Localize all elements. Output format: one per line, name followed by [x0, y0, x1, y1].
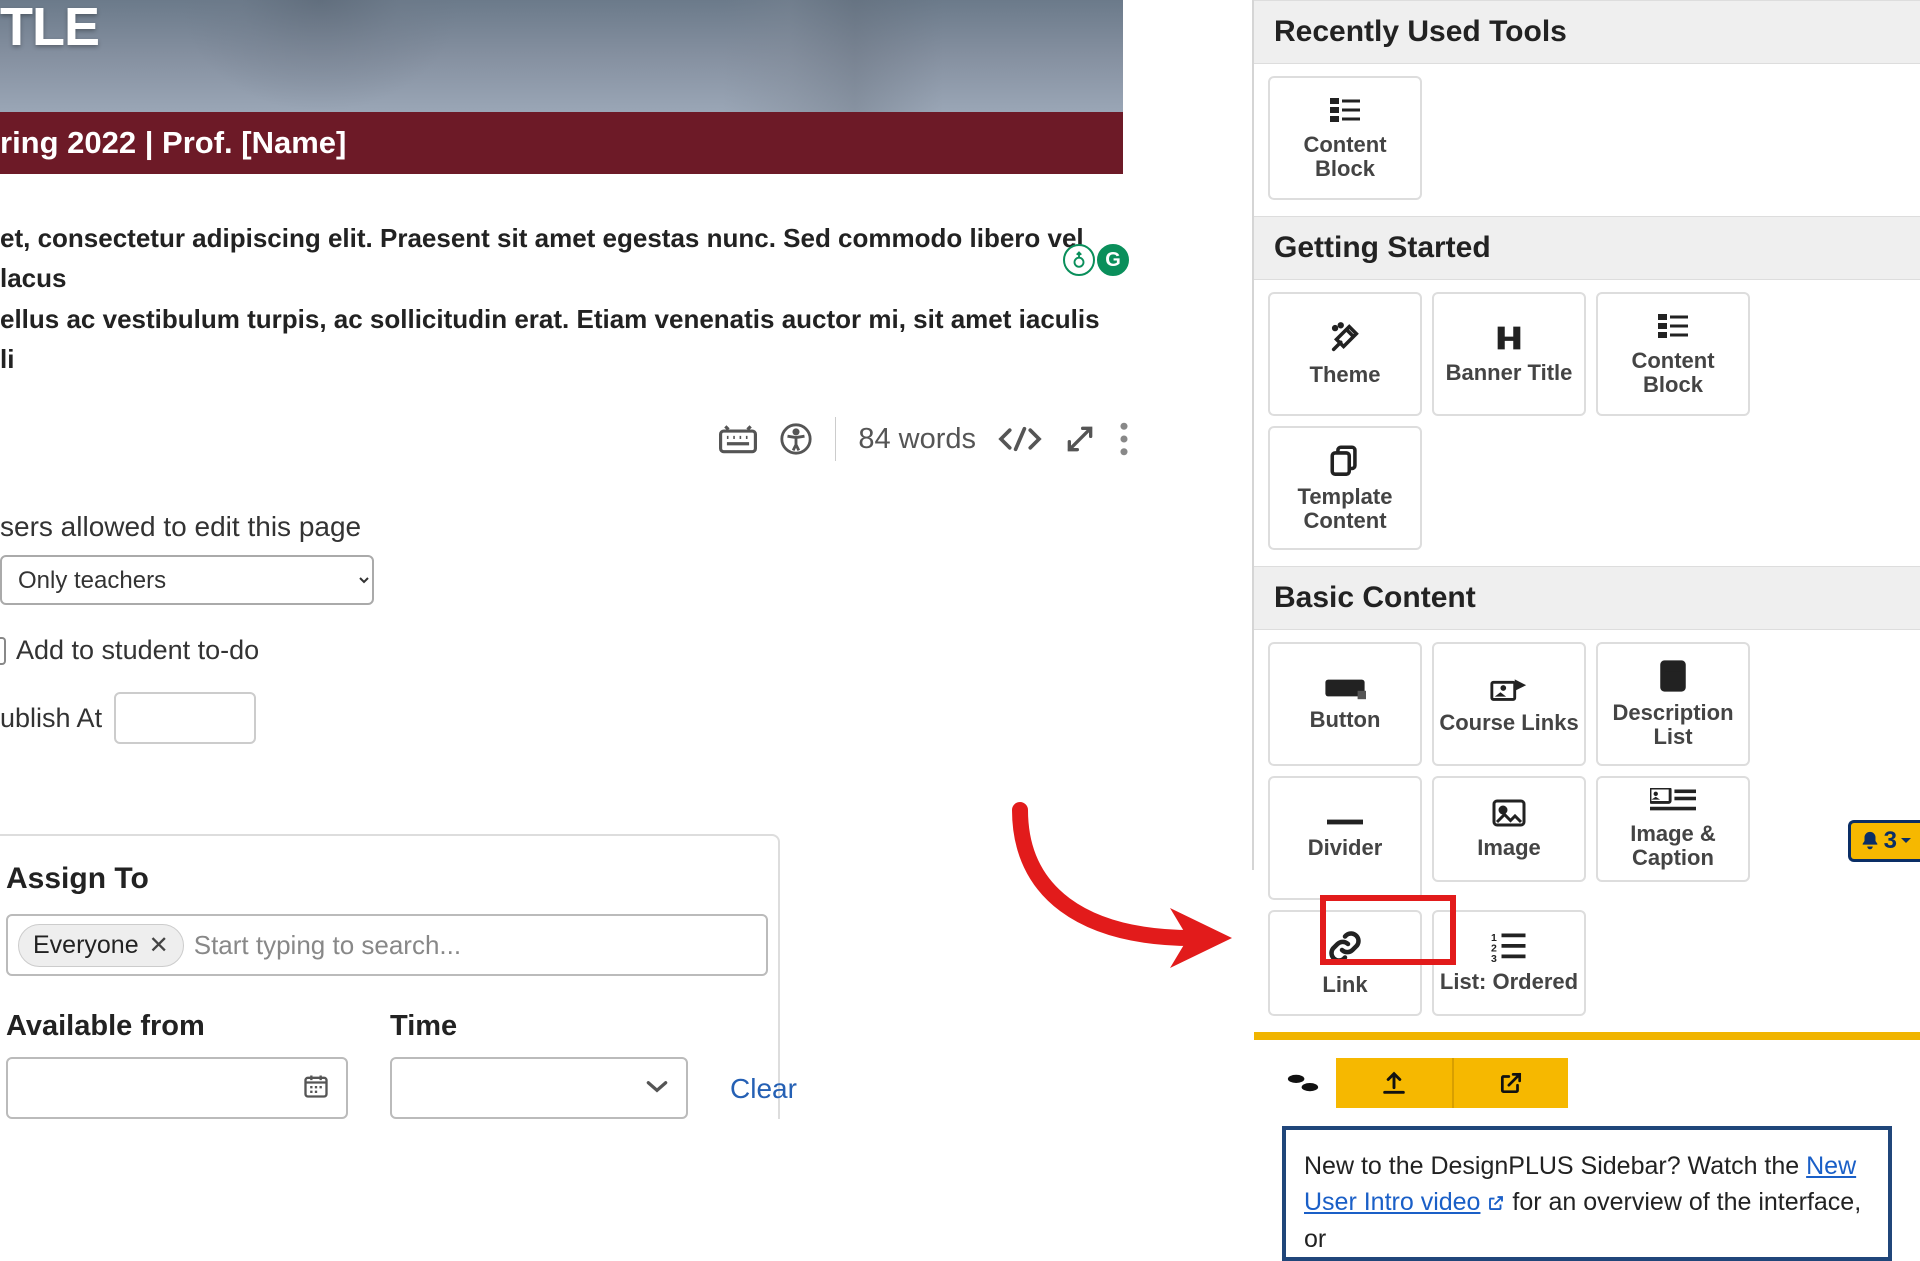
- tool-course-links[interactable]: Course Links: [1432, 642, 1586, 766]
- body-line-2: ellus ac vestibulum turpis, ac sollicitu…: [0, 304, 1100, 374]
- assign-placeholder: Start typing to search...: [194, 930, 461, 961]
- grammarly-widget[interactable]: G: [1063, 244, 1129, 276]
- time-input[interactable]: [390, 1057, 688, 1119]
- publish-at-label: ublish At: [0, 703, 102, 734]
- section-recently-used: Recently Used Tools: [1254, 0, 1920, 64]
- tool-template-content[interactable]: Template Content: [1268, 426, 1422, 550]
- edit-permission-label: sers allowed to edit this page: [0, 511, 400, 543]
- divider: [835, 417, 836, 461]
- available-from-label: Available from: [6, 1010, 205, 1042]
- assign-panel: Assign To Everyone ✕ Start typing to sea…: [0, 834, 780, 1119]
- banner-subtitle-bar: ring 2022 | Prof. [Name]: [0, 112, 1123, 174]
- assign-token-everyone[interactable]: Everyone ✕: [18, 924, 184, 967]
- sidebar-accent-bar: [1254, 1032, 1920, 1040]
- tool-theme[interactable]: Theme: [1268, 292, 1422, 416]
- section-getting-started: Getting Started: [1254, 216, 1920, 280]
- publish-at-input[interactable]: [114, 692, 256, 744]
- clear-link[interactable]: Clear: [730, 1073, 797, 1119]
- bell-icon: [1859, 830, 1881, 852]
- body-line-1: et, consectetur adipiscing elit. Praesen…: [0, 223, 1084, 293]
- sidebar-action-bar: [1254, 1040, 1920, 1126]
- available-from-input[interactable]: [6, 1057, 348, 1119]
- tool-description-list[interactable]: Description List: [1596, 642, 1750, 766]
- assign-heading: Assign To: [6, 862, 750, 896]
- tool-banner-title[interactable]: Banner Title: [1432, 292, 1586, 416]
- tool-content-block-2[interactable]: Content Block: [1596, 292, 1750, 416]
- toggle-icon[interactable]: [1280, 1066, 1326, 1100]
- tool-button[interactable]: Button: [1268, 642, 1422, 766]
- open-external-button[interactable]: [1452, 1058, 1568, 1108]
- word-count[interactable]: 84 words: [858, 423, 976, 456]
- edit-permission-select[interactable]: Only teachers: [0, 555, 374, 605]
- grammarly-logo-icon[interactable]: G: [1097, 244, 1129, 276]
- design-tools-sidebar: Recently Used Tools Content Block Gettin…: [1252, 0, 1920, 870]
- sidebar-intro-message: New to the DesignPLUS Sidebar? Watch the…: [1282, 1126, 1892, 1261]
- page-body-text[interactable]: et, consectetur adipiscing elit. Praesen…: [0, 174, 1100, 379]
- more-options-icon[interactable]: [1118, 422, 1130, 456]
- editor-status-bar: 84 words: [0, 379, 1130, 461]
- section-basic-content: Basic Content: [1254, 566, 1920, 630]
- svg-text:3: 3: [1491, 953, 1497, 962]
- tool-divider[interactable]: Divider: [1268, 776, 1422, 900]
- html-view-icon[interactable]: [998, 425, 1042, 453]
- upload-button[interactable]: [1336, 1058, 1452, 1108]
- tool-image[interactable]: Image: [1432, 776, 1586, 882]
- tool-image-caption[interactable]: Image & Caption: [1596, 776, 1750, 882]
- keyboard-icon[interactable]: [719, 424, 757, 454]
- notification-pill[interactable]: 3: [1848, 820, 1920, 862]
- todo-label: Add to student to-do: [16, 635, 259, 666]
- todo-checkbox[interactable]: [0, 637, 6, 665]
- accessibility-icon[interactable]: [779, 422, 813, 456]
- assign-to-input[interactable]: Everyone ✕ Start typing to search...: [6, 914, 768, 976]
- banner-image: TLE: [0, 0, 1123, 112]
- time-label: Time: [390, 1010, 457, 1042]
- banner-title-overlay: TLE: [0, 0, 99, 54]
- calendar-icon[interactable]: [302, 1072, 330, 1105]
- grammarly-suggestion-icon[interactable]: [1063, 244, 1095, 276]
- fullscreen-icon[interactable]: [1064, 423, 1096, 455]
- chevron-down-icon: [644, 1078, 670, 1099]
- caret-down-icon: [1900, 836, 1912, 846]
- annotation-highlight-box: [1320, 895, 1456, 965]
- remove-token-icon[interactable]: ✕: [149, 931, 169, 960]
- tool-content-block[interactable]: Content Block: [1268, 76, 1422, 200]
